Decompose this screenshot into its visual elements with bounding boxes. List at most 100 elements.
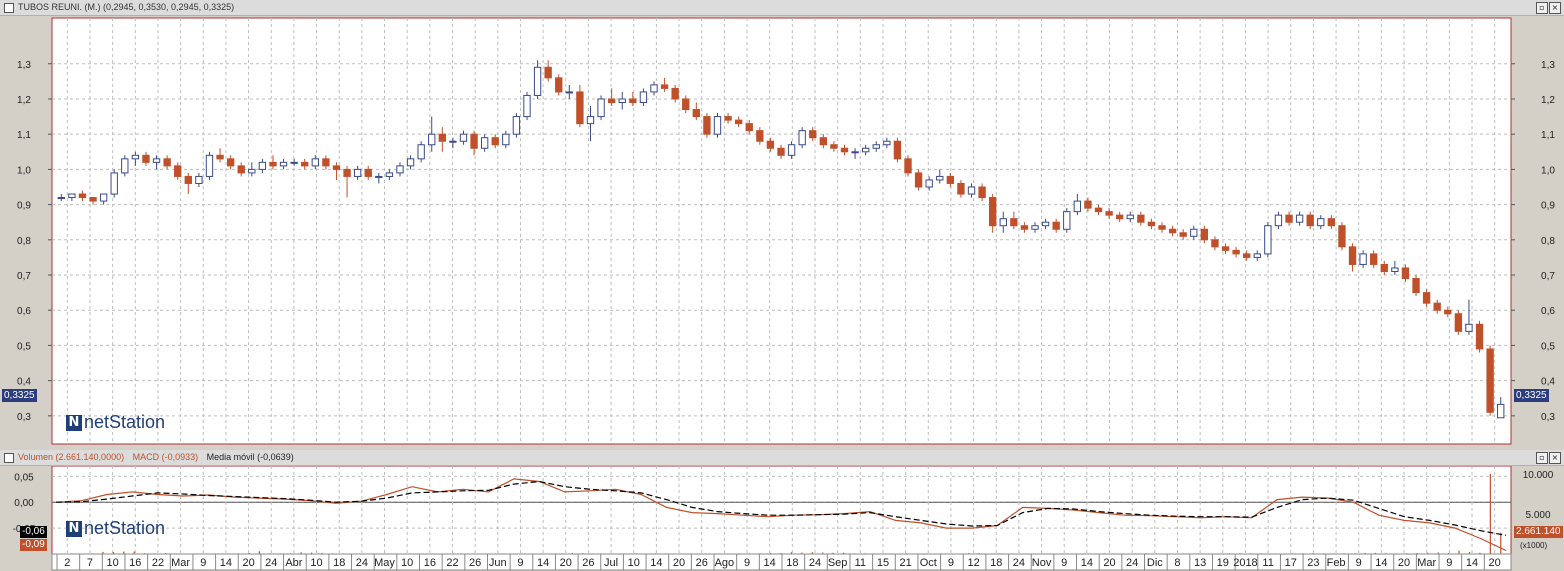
candle-body	[1073, 200, 1082, 213]
candle-body	[1020, 225, 1029, 230]
candle-body	[1306, 214, 1314, 227]
x-axis-label: Jul	[604, 557, 618, 569]
candle-body	[279, 161, 288, 167]
candle-body	[375, 175, 383, 178]
candle-body	[237, 165, 245, 174]
x-axis-label: 26	[696, 557, 708, 569]
candle-body	[787, 144, 796, 156]
candle-body	[533, 66, 542, 96]
candle-body	[57, 197, 65, 200]
x-axis-label: 9	[744, 557, 750, 569]
candle-body	[904, 158, 912, 174]
candle-body	[586, 116, 595, 125]
candle-body	[131, 154, 140, 160]
x-axis-label: 14	[650, 557, 662, 569]
macd-legend: MACD (-0,0933)	[132, 452, 199, 462]
macd-tick-label: 0,00	[14, 498, 34, 509]
candle-body	[523, 94, 531, 118]
candle-body	[671, 87, 679, 100]
candle-body	[1137, 214, 1145, 223]
candle-body	[893, 140, 902, 160]
candle-body	[618, 98, 626, 103]
y-tick-label-left: 0,9	[17, 201, 31, 212]
candle-body	[110, 172, 118, 195]
candle-body	[734, 119, 743, 125]
candle-body	[1433, 302, 1441, 311]
y-tick-label-left: 0,4	[17, 377, 31, 388]
candle-body	[1221, 246, 1230, 251]
candle-body	[406, 158, 415, 167]
candle-body	[1200, 228, 1209, 241]
candle-body	[1401, 267, 1410, 280]
x-axis-label: 20	[1103, 557, 1115, 569]
candle-body	[713, 116, 722, 135]
indicator-panel-titlebar: Volumen (2.661.140,0000) MACD (-0,0933) …	[0, 450, 1564, 466]
restore-icon[interactable]: ▫	[1536, 2, 1548, 14]
candle-body	[544, 66, 552, 79]
candle-body	[639, 91, 648, 103]
candle-body	[258, 161, 267, 170]
x-axis-label: 15	[877, 557, 889, 569]
candle-body	[1158, 225, 1166, 230]
x-axis-label: Mar	[1417, 557, 1436, 569]
x-axis-label: Mar	[171, 557, 190, 569]
x-axis-label: Dic	[1147, 557, 1163, 569]
candle-body	[1327, 218, 1336, 227]
x-axis-label: Jun	[489, 557, 507, 569]
ma-legend: Media móvil (-0,0639)	[206, 452, 294, 462]
candle-body	[248, 168, 256, 174]
restore-icon[interactable]: ▫	[1536, 452, 1548, 464]
y-tick-label-right: 1,1	[1541, 130, 1555, 141]
panel-icon	[4, 453, 14, 463]
panel-icon	[4, 3, 14, 13]
candle-body	[1465, 323, 1473, 332]
candle-body	[385, 172, 394, 177]
close-icon[interactable]: ×	[1549, 452, 1561, 464]
x-axis-label: 20	[242, 557, 254, 569]
candle-body	[851, 151, 859, 154]
x-axis-label: 24	[265, 557, 277, 569]
y-tick-label-left: 0,5	[17, 341, 31, 352]
x-axis-label: 24	[356, 557, 368, 569]
candle-body	[449, 140, 457, 143]
candle-body	[89, 197, 97, 202]
candle-body	[1010, 218, 1018, 227]
candle-body	[597, 98, 605, 118]
close-icon[interactable]: ×	[1549, 2, 1561, 14]
signal-badge: -0,09	[20, 539, 47, 551]
multiplier-label: (x1000)	[1520, 541, 1548, 550]
y-tick-label-left: 1,1	[17, 130, 31, 141]
y-tick-label-right: 0,4	[1541, 377, 1555, 388]
x-axis-label: 10	[401, 557, 413, 569]
price-panel: TUBOS REUNI. (M.) (0,2945, 0,3530, 0,294…	[0, 0, 1564, 447]
x-axis-label: 19	[1217, 557, 1229, 569]
x-axis-label: 22	[152, 557, 164, 569]
x-axis-label: 17	[1285, 557, 1297, 569]
x-axis-label: 23	[1307, 557, 1319, 569]
y-tick-label-right: 1,0	[1541, 165, 1555, 176]
macd-badge: -0,06	[20, 526, 47, 538]
candle-body	[1359, 253, 1367, 265]
candle-body	[195, 175, 203, 184]
candle-body	[555, 77, 563, 93]
candle-body	[343, 168, 351, 177]
candle-body	[576, 91, 584, 125]
x-axis-label: 20	[1398, 557, 1410, 569]
candle-body	[798, 130, 806, 146]
x-axis-label: 7	[87, 557, 93, 569]
x-axis-label: 10	[628, 557, 640, 569]
volume-badge: 2.661.140	[1514, 526, 1563, 538]
netstation-logo-bottom: N netStation	[66, 518, 165, 539]
candle-body	[1041, 221, 1050, 227]
candle-body	[311, 158, 319, 167]
candle-body	[290, 161, 298, 164]
x-axis-label: 9	[1356, 557, 1362, 569]
netstation-logo-text: netStation	[84, 518, 166, 538]
candle-body	[1444, 309, 1452, 315]
candle-body	[724, 116, 732, 121]
x-axis-label: 22	[446, 557, 458, 569]
candle-body	[703, 116, 711, 135]
candle-body	[967, 186, 976, 195]
x-axis-label: 2018	[1233, 557, 1257, 569]
candle-body	[914, 172, 923, 188]
